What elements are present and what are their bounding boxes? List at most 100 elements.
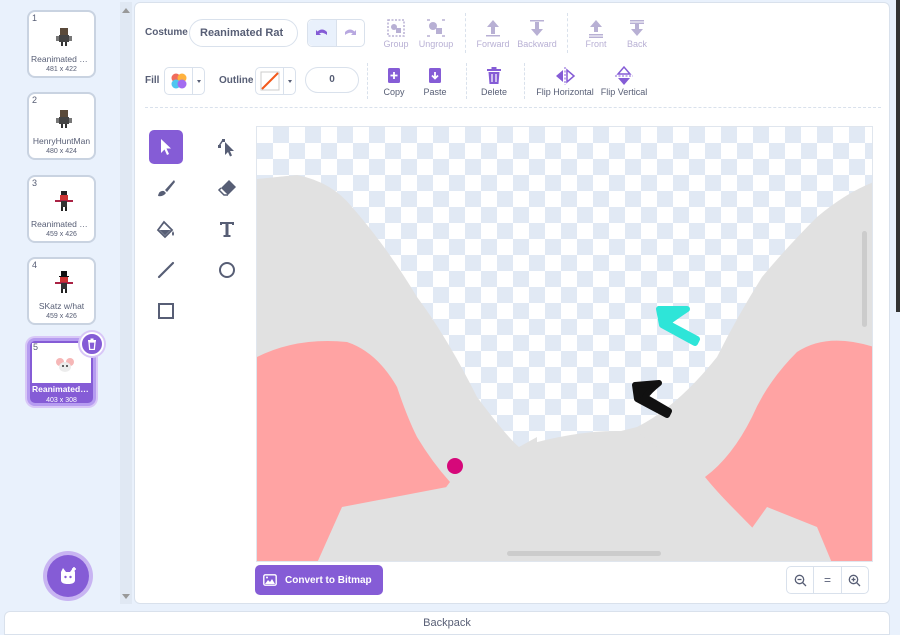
costume-number: 1 bbox=[32, 13, 38, 23]
toolbar-divider bbox=[145, 107, 881, 108]
paste-button[interactable]: Paste bbox=[410, 65, 460, 97]
costume-thumbnail bbox=[56, 358, 74, 372]
fill-tool[interactable] bbox=[149, 212, 183, 246]
scroll-down-icon[interactable] bbox=[122, 594, 130, 599]
fill-label: Fill bbox=[145, 75, 160, 86]
costume-number: 2 bbox=[32, 95, 38, 105]
trash-icon bbox=[88, 338, 96, 350]
forward-label: Forward bbox=[476, 39, 510, 49]
group-label: Group bbox=[383, 39, 409, 49]
fill-color-picker[interactable] bbox=[164, 67, 205, 95]
flip-vertical-button[interactable]: Flip Vertical bbox=[597, 65, 651, 97]
scroll-up-icon[interactable] bbox=[122, 8, 130, 13]
costume-number: 5 bbox=[33, 342, 39, 352]
toolbar-divider bbox=[367, 63, 368, 99]
flip-horizontal-icon bbox=[556, 67, 576, 85]
flip-horizontal-button[interactable]: Flip Horizontal bbox=[535, 65, 595, 97]
back-icon bbox=[630, 20, 644, 36]
undo-button[interactable] bbox=[308, 20, 337, 46]
window-edge bbox=[896, 0, 900, 312]
cat-add-icon bbox=[61, 567, 76, 584]
choose-costume-button[interactable] bbox=[47, 555, 89, 597]
fill-dropdown-caret bbox=[193, 68, 204, 94]
costume-list-scrollbar[interactable] bbox=[120, 2, 132, 604]
front-icon bbox=[589, 20, 603, 38]
costume-list: 1 Reanimated Hunt Man 481 x 422 2 HenryH… bbox=[0, 0, 120, 604]
toolbar-divider bbox=[466, 63, 467, 99]
costume-thumbnail bbox=[55, 271, 73, 293]
costume-size: 403 x 308 bbox=[46, 397, 77, 404]
canvas-horizontal-scrollbar[interactable] bbox=[507, 551, 661, 556]
outline-width-input[interactable]: 0 bbox=[305, 67, 359, 93]
costume-name: Reanimated Mouse bbox=[32, 384, 91, 394]
outline-dropdown-caret bbox=[284, 68, 295, 94]
back-button[interactable]: Back bbox=[612, 17, 662, 49]
outline-label: Outline bbox=[219, 75, 254, 86]
paint-editor: Costume Reanimated Rat Group Ungroup For… bbox=[134, 2, 890, 604]
costume-name: Reanimated SKatz bbox=[31, 219, 92, 229]
costume-size: 459 x 426 bbox=[46, 313, 77, 320]
select-tool[interactable] bbox=[149, 130, 183, 164]
costume-thumbnail bbox=[55, 191, 73, 211]
reshape-pointer-icon bbox=[218, 139, 234, 157]
costume-thumbnail bbox=[56, 28, 72, 46]
costume-tile-3[interactable]: 3 Reanimated SKatz 459 x 426 bbox=[27, 175, 96, 243]
costume-size: 480 x 424 bbox=[46, 148, 77, 155]
zoom-reset-button[interactable]: = bbox=[814, 567, 842, 593]
delete-button[interactable]: Delete bbox=[469, 65, 519, 97]
costume-tile-1[interactable]: 1 Reanimated Hunt Man 481 x 422 bbox=[27, 10, 96, 78]
zoom-in-icon bbox=[848, 574, 861, 586]
no-outline-swatch-icon bbox=[260, 71, 279, 91]
circle-tool[interactable] bbox=[210, 253, 244, 287]
redo-icon bbox=[345, 29, 357, 35]
delete-costume-button[interactable] bbox=[80, 332, 104, 356]
costume-name-input[interactable]: Reanimated Rat bbox=[189, 19, 298, 47]
flip-horizontal-label: Flip Horizontal bbox=[536, 87, 594, 97]
costume-tile-2[interactable]: 2 HenryHuntMan 480 x 424 bbox=[27, 92, 96, 160]
magenta-dot bbox=[447, 458, 463, 474]
paste-label: Paste bbox=[423, 87, 447, 97]
line-icon bbox=[157, 261, 175, 279]
costume-size: 481 x 422 bbox=[46, 66, 77, 73]
eraser-tool[interactable] bbox=[210, 171, 244, 205]
canvas-vertical-scrollbar[interactable] bbox=[862, 231, 867, 327]
backward-label: Backward bbox=[517, 39, 557, 49]
text-tool[interactable] bbox=[210, 212, 244, 246]
zoom-in-button[interactable] bbox=[842, 567, 868, 593]
eraser-icon bbox=[217, 180, 236, 196]
forward-icon bbox=[486, 20, 500, 37]
outline-color-picker[interactable] bbox=[255, 67, 296, 95]
line-tool[interactable] bbox=[149, 253, 183, 287]
delete-icon bbox=[487, 67, 501, 84]
outline-swatch bbox=[256, 68, 284, 94]
convert-to-bitmap-button[interactable]: Convert to Bitmap bbox=[255, 565, 383, 595]
costume-tile-4[interactable]: 4 SKatz w/hat 459 x 426 bbox=[27, 257, 96, 325]
zoom-out-icon bbox=[794, 574, 807, 586]
cyan-eyebrow bbox=[656, 306, 700, 346]
ungroup-button[interactable]: Ungroup bbox=[411, 17, 461, 49]
text-icon bbox=[220, 222, 234, 237]
image-icon bbox=[263, 574, 277, 586]
caret-down-icon bbox=[287, 79, 292, 83]
mouse-costume-drawing bbox=[257, 175, 872, 561]
brush-tool[interactable] bbox=[149, 171, 183, 205]
forward-button[interactable]: Forward bbox=[468, 17, 518, 49]
ungroup-label: Ungroup bbox=[418, 39, 454, 49]
paint-bucket-icon bbox=[156, 220, 174, 239]
fill-swatch bbox=[165, 68, 193, 94]
rectangle-tool[interactable] bbox=[149, 294, 183, 328]
paste-icon bbox=[429, 68, 441, 83]
delete-label: Delete bbox=[480, 87, 507, 97]
costume-number: 3 bbox=[32, 178, 38, 188]
toolbar-divider bbox=[465, 13, 466, 53]
reshape-tool[interactable] bbox=[210, 130, 244, 164]
zoom-out-button[interactable] bbox=[787, 567, 815, 593]
convert-to-bitmap-label: Convert to Bitmap bbox=[285, 574, 372, 586]
copy-label: Copy bbox=[383, 87, 405, 97]
copy-icon bbox=[388, 68, 400, 83]
backward-button[interactable]: Backward bbox=[512, 17, 562, 49]
backpack-bar[interactable]: Backpack bbox=[4, 611, 890, 635]
paint-canvas[interactable] bbox=[256, 126, 873, 562]
back-label: Back bbox=[626, 39, 647, 49]
redo-button[interactable] bbox=[337, 20, 365, 46]
